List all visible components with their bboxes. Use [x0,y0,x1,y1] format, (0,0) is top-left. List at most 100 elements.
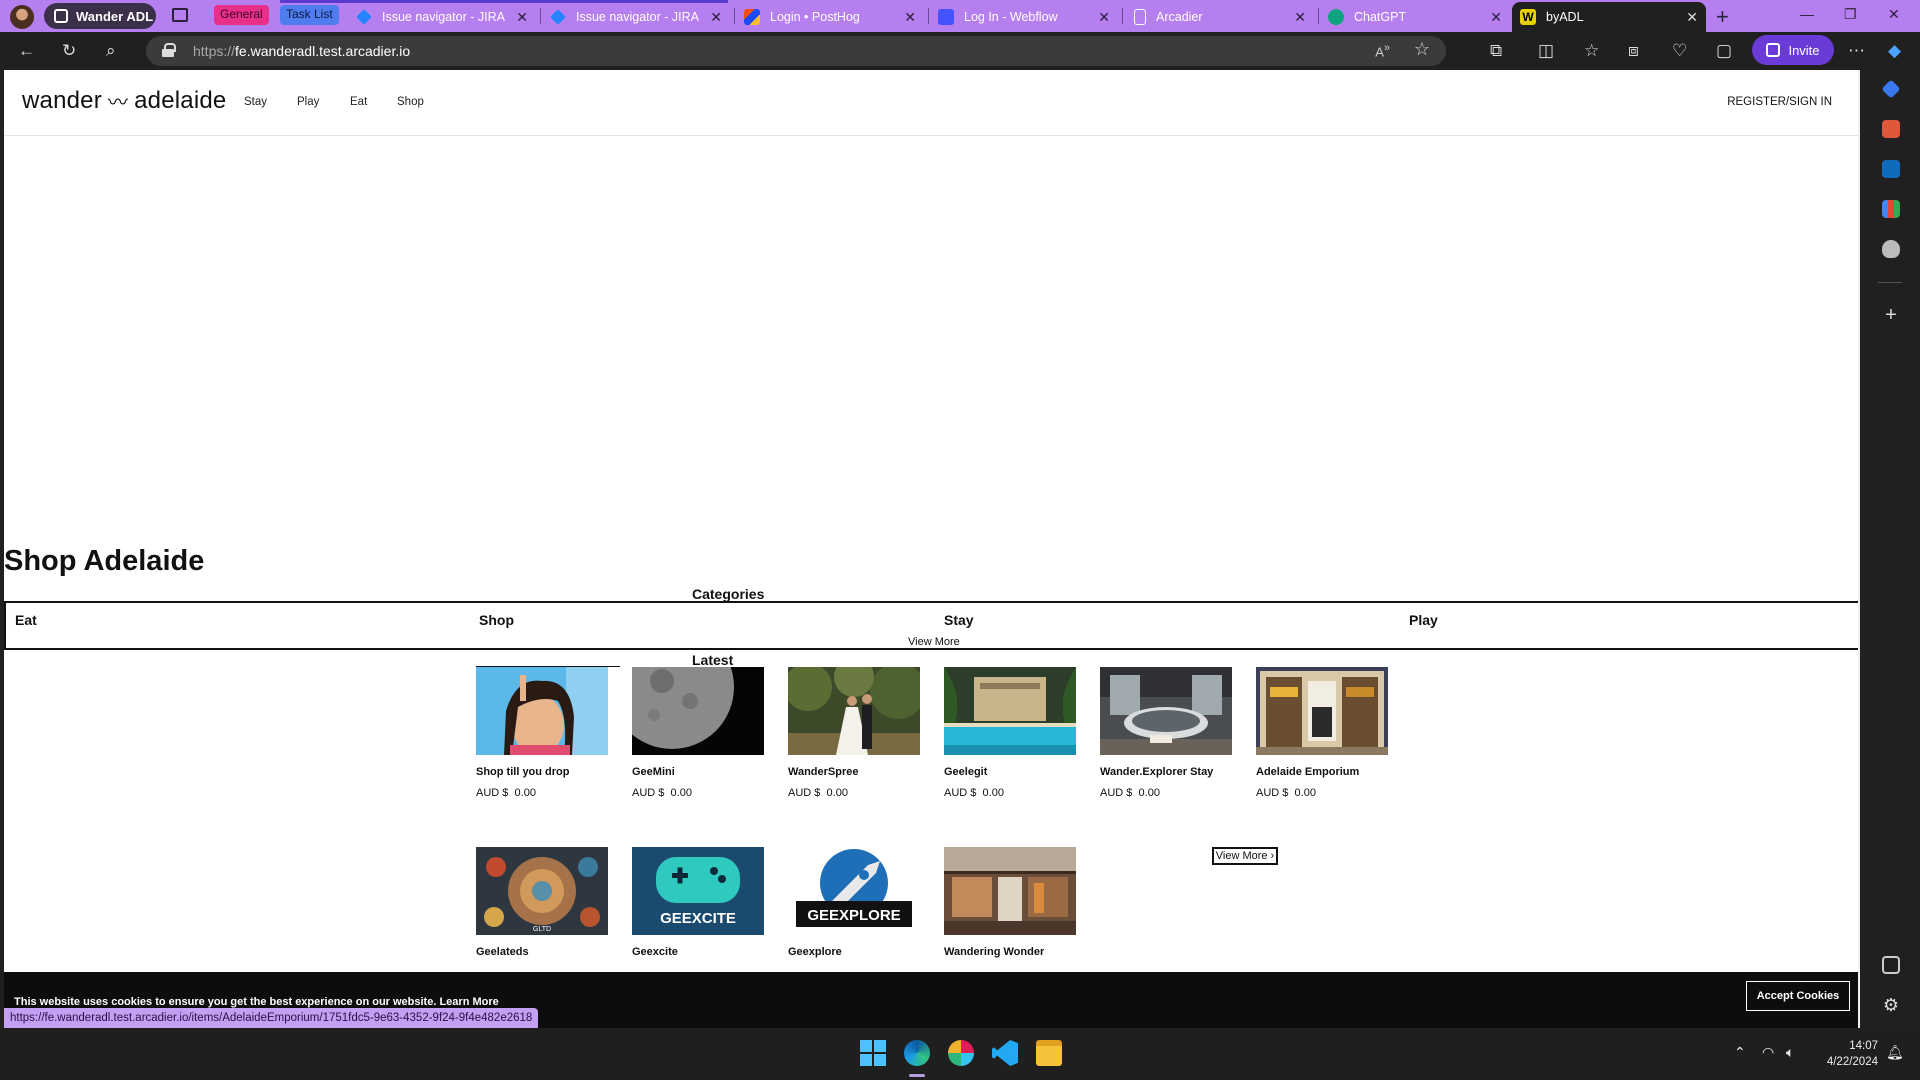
item-card[interactable]: GeeMini AUD $ 0.00 [632,667,764,799]
wifi-icon[interactable]: ◠ [1762,1044,1774,1061]
category-shop[interactable]: Shop [479,612,514,628]
refresh-icon[interactable]: ↻ [62,41,76,61]
outlook-icon[interactable] [1882,160,1900,178]
item-card[interactable]: GLTD Geelateds [476,847,608,958]
show-hidden-icons-icon[interactable]: ⌃ [1734,1044,1746,1061]
item-name[interactable]: Geelateds [476,946,608,958]
minimize-icon[interactable]: — [1800,6,1814,22]
item-name[interactable]: WanderSpree [788,766,920,778]
close-window-icon[interactable]: ✕ [1888,6,1900,23]
item-thumbnail[interactable] [944,667,1076,755]
collections-icon[interactable]: ⧈ [1628,41,1639,61]
item-thumbnail[interactable]: GEEXCITE [632,847,764,935]
item-name[interactable]: Adelaide Emporium [1256,766,1388,778]
browser-tab-jira-1[interactable]: Issue navigator - JIRA ✕ [356,2,536,32]
item-card[interactable]: GEEXPLORE Geexplore [788,847,920,958]
taskbar-clock[interactable]: 14:07 4/22/2024 [1827,1038,1878,1070]
item-name[interactable]: Wandering Wonder [944,946,1076,958]
close-tab-icon[interactable]: ✕ [516,9,528,26]
site-logo[interactable]: wander 〰 adelaide [22,86,226,115]
category-eat[interactable]: Eat [15,612,37,628]
register-sign-in-link[interactable]: REGISTER/SIGN IN [1727,96,1832,108]
close-tab-icon[interactable]: ✕ [904,9,916,26]
invite-button[interactable]: Invite [1752,35,1834,65]
item-thumbnail[interactable] [632,667,764,755]
toolbox-icon[interactable] [1882,120,1900,138]
item-card[interactable]: Shop till you drop AUD $ 0.00 [476,667,608,799]
back-icon[interactable]: ← [18,41,35,61]
nav-eat[interactable]: Eat [350,96,367,108]
browser-tab-posthog[interactable]: Login • PostHog ✕ [744,2,924,32]
item-card[interactable]: WanderSpree AUD $ 0.00 [788,667,920,799]
close-tab-icon[interactable]: ✕ [1294,9,1306,26]
close-tab-icon[interactable]: ✕ [1098,9,1110,26]
tab-actions-icon[interactable] [172,8,188,22]
volume-icon[interactable]: 🔈︎ [1786,1044,1794,1061]
nav-stay[interactable]: Stay [244,96,267,108]
nav-play[interactable]: Play [297,96,319,108]
item-thumbnail[interactable]: GEEXPLORE [788,847,920,935]
nav-shop[interactable]: Shop [397,96,424,108]
item-card[interactable]: Adelaide Emporium AUD $ 0.00 [1256,667,1388,799]
browser-essentials-icon[interactable]: ♡ [1672,41,1687,61]
item-thumbnail[interactable] [788,667,920,755]
tab-group-general[interactable]: General [214,5,269,25]
edge-browser-icon[interactable] [904,1040,930,1066]
settings-gear-icon[interactable]: ⚙ [1882,996,1900,1014]
search-icon[interactable]: ⌕ [106,41,116,61]
restore-icon[interactable]: ❐ [1844,6,1857,23]
item-name[interactable]: GeeMini [632,766,764,778]
item-thumbnail[interactable]: GLTD [476,847,608,935]
vscode-icon[interactable] [992,1040,1018,1066]
notifications-bell-icon[interactable]: 🔔︎ [1886,1044,1904,1061]
favorite-star-icon[interactable]: ☆ [1414,39,1430,60]
tag-icon[interactable] [1881,79,1901,99]
item-thumbnail[interactable] [1100,667,1232,755]
categories-view-more-link[interactable]: View More [908,636,960,648]
apple-icon[interactable] [1882,240,1900,258]
close-tab-icon[interactable]: ✕ [710,9,722,26]
gmail-icon[interactable] [1882,200,1900,218]
address-bar[interactable]: https://fe.wanderadl.test.arcadier.io A»… [146,36,1446,66]
browser-tab-arcadier[interactable]: Arcadier ✕ [1134,2,1314,32]
item-name[interactable]: Geelegit [944,766,1076,778]
extensions-icon[interactable]: ⧉ [1490,41,1502,61]
slack-icon[interactable] [948,1040,974,1066]
category-stay[interactable]: Stay [944,612,974,628]
address-url[interactable]: https://fe.wanderadl.test.arcadier.io [193,43,410,59]
feedback-icon[interactable]: ▢ [1716,41,1732,61]
favorites-icon[interactable]: ☆ [1584,41,1599,61]
screenshot-icon[interactable] [1882,956,1900,974]
item-thumbnail[interactable] [476,667,608,755]
read-aloud-icon[interactable]: A» [1375,42,1390,59]
item-name[interactable]: Shop till you drop [476,766,608,778]
item-name[interactable]: Geexcite [632,946,764,958]
new-tab-icon[interactable]: + [1716,4,1729,30]
browser-tab-byadl[interactable]: W byADL ✕ [1512,2,1706,32]
browser-tab-jira-2[interactable]: Issue navigator - JIRA ✕ [550,2,730,32]
browser-tab-chatgpt[interactable]: ChatGPT ✕ [1328,2,1510,32]
close-tab-icon[interactable]: ✕ [1686,9,1698,26]
accept-cookies-button[interactable]: Accept Cookies [1746,981,1850,1011]
windows-start-icon[interactable] [860,1040,886,1066]
item-card[interactable]: Wandering Wonder [944,847,1076,958]
add-icon[interactable]: + [1882,305,1900,325]
split-screen-icon[interactable]: ◫ [1538,41,1554,61]
browser-tab-webflow[interactable]: Log In - Webflow ✕ [938,2,1118,32]
file-explorer-icon[interactable] [1036,1040,1062,1066]
item-card[interactable]: Geelegit AUD $ 0.00 [944,667,1076,799]
lock-icon[interactable] [162,43,176,57]
item-card[interactable]: Wander.Explorer Stay AUD $ 0.00 [1100,667,1232,799]
item-thumbnail[interactable] [944,847,1076,935]
latest-view-more-button[interactable]: View More › [1212,847,1278,865]
tab-group-task-list[interactable]: Task List [280,5,339,25]
item-thumbnail[interactable] [1256,667,1388,755]
profile-avatar[interactable] [10,5,34,29]
item-name[interactable]: Geexplore [788,946,920,958]
copilot-icon[interactable]: ◆ [1888,41,1901,61]
category-play[interactable]: Play [1409,612,1438,628]
item-card[interactable]: GEEXCITE Geexcite [632,847,764,958]
close-tab-icon[interactable]: ✕ [1490,9,1502,26]
workspace-button[interactable]: Wander ADL [44,3,156,29]
item-name[interactable]: Wander.Explorer Stay [1100,766,1232,778]
